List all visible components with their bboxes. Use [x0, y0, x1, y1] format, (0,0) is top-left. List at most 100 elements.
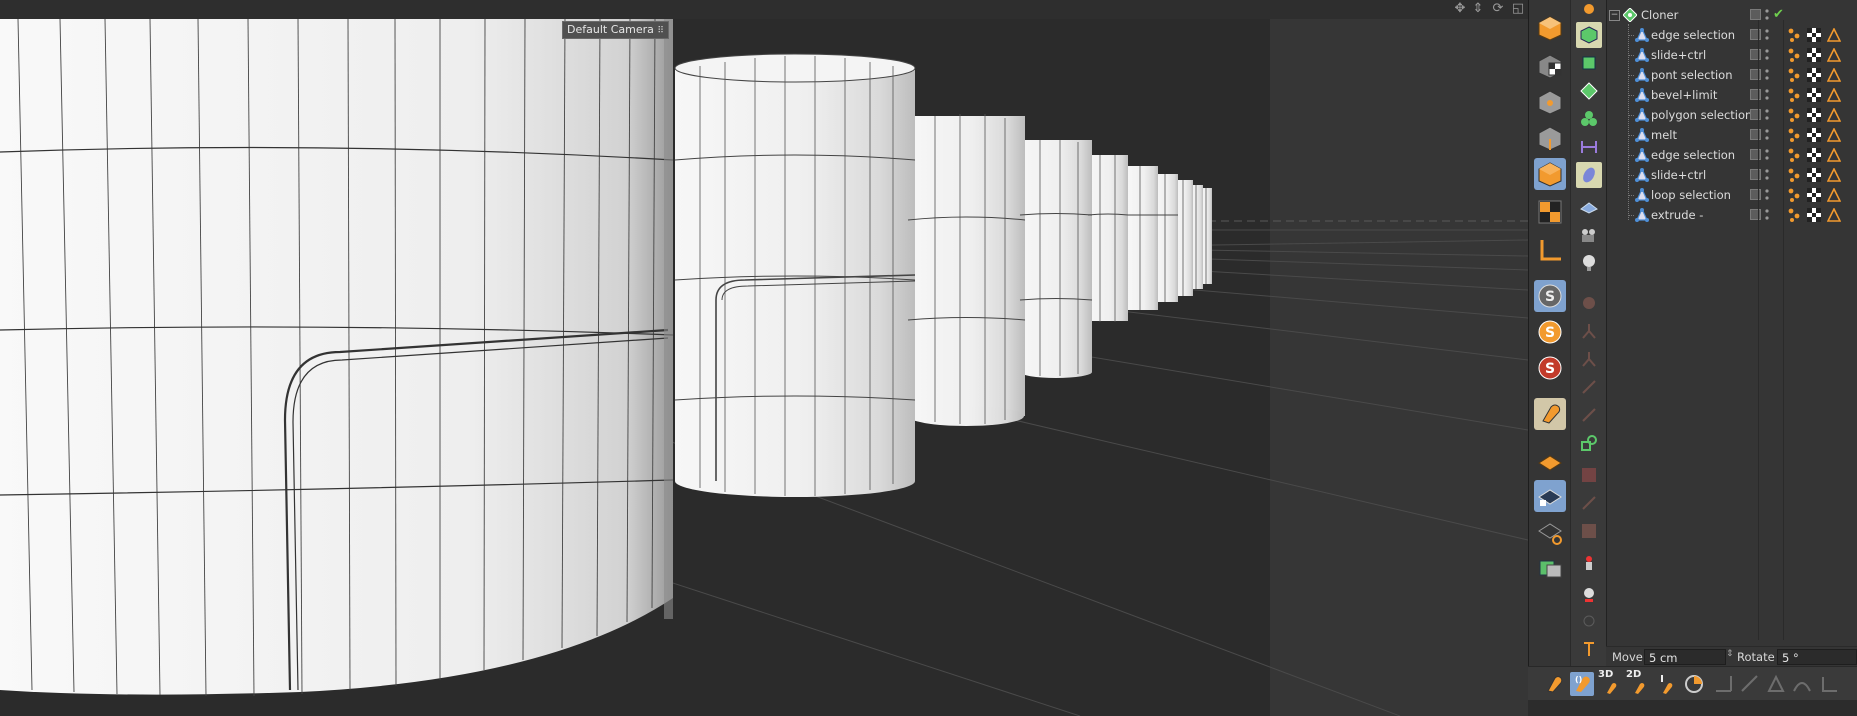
tree-row-modifier[interactable]: pont selection [1607, 65, 1857, 85]
warning-triangle-icon[interactable] [1827, 168, 1841, 182]
spline-sculpt-button[interactable] [1576, 162, 1602, 188]
snap-magnet-button[interactable] [1534, 398, 1566, 430]
light-button[interactable] [1576, 250, 1602, 276]
visibility-dots-icon[interactable] [1765, 88, 1769, 102]
tree-row-modifier[interactable]: melt [1607, 125, 1857, 145]
snap-polygon-button[interactable] [1764, 672, 1788, 696]
edit-visibility-box[interactable] [1750, 109, 1761, 120]
checker-tag-icon[interactable] [1807, 208, 1821, 222]
tree-row-modifier[interactable]: edge selection [1607, 25, 1857, 45]
cube-generator-button[interactable] [1576, 22, 1602, 48]
edit-visibility-box[interactable] [1750, 49, 1761, 60]
checker-tag-icon[interactable] [1807, 28, 1821, 42]
timeline-button[interactable] [1576, 636, 1602, 662]
edit-visibility-box[interactable] [1750, 149, 1761, 160]
selection-tag-icon[interactable] [1787, 88, 1801, 102]
cloner-mograph-button[interactable] [1576, 78, 1602, 104]
texture-button[interactable] [1576, 462, 1602, 488]
warning-triangle-icon[interactable] [1827, 88, 1841, 102]
3d-viewport[interactable]: ✥ ⇕ ⟳ ◱ Default Camera ⠿ [0, 0, 1528, 716]
tree-row-modifier[interactable]: edge selection [1607, 145, 1857, 165]
tree-item-label[interactable]: slide+ctrl [1651, 45, 1706, 65]
checker-tag-icon[interactable] [1807, 168, 1821, 182]
uv-mode-button[interactable] [1534, 196, 1566, 228]
warning-triangle-icon[interactable] [1827, 208, 1841, 222]
visibility-dots-icon[interactable] [1765, 208, 1769, 222]
fill-button[interactable] [1576, 518, 1602, 544]
tree-row-modifier[interactable]: loop selection [1607, 185, 1857, 205]
dolly-view-icon[interactable]: ⇕ [1470, 1, 1486, 17]
edit-visibility-box[interactable] [1750, 89, 1761, 100]
visibility-dots-icon[interactable] [1765, 8, 1769, 22]
tree-item-label[interactable]: slide+ctrl [1651, 165, 1706, 185]
collapse-toggle[interactable]: − [1609, 10, 1620, 21]
primitive-button[interactable] [1576, 430, 1602, 456]
warning-triangle-icon[interactable] [1827, 68, 1841, 82]
selection-tag-icon[interactable] [1787, 168, 1801, 182]
visibility-dots-icon[interactable] [1765, 48, 1769, 62]
snap-1d-button[interactable] [1654, 672, 1678, 696]
selection-tag-icon[interactable] [1787, 188, 1801, 202]
edge-mode-button[interactable] [1534, 122, 1566, 154]
selection-tag-icon[interactable] [1787, 48, 1801, 62]
tree-item-label[interactable]: pont selection [1651, 65, 1732, 85]
tree-item-label[interactable]: edge selection [1651, 25, 1735, 45]
workplane-button[interactable] [1534, 446, 1566, 478]
selection-tag-icon[interactable] [1787, 128, 1801, 142]
visibility-dots-icon[interactable] [1765, 28, 1769, 42]
move-stepper-icon[interactable]: ⇕ [1726, 649, 1734, 659]
axis-mode-button[interactable] [1534, 234, 1566, 266]
camera-button[interactable] [1576, 222, 1602, 248]
edit-visibility-box[interactable] [1750, 129, 1761, 140]
viewport-scene[interactable] [0, 19, 1528, 716]
render-view-button[interactable] [1534, 552, 1566, 584]
tree-row-modifier[interactable]: polygon selection [1607, 105, 1857, 125]
tree-row-modifier[interactable]: slide+ctrl [1607, 165, 1857, 185]
snap-vertex-button[interactable] [1712, 672, 1736, 696]
snap-axis-button[interactable] [1818, 672, 1842, 696]
tree-item-label[interactable]: edge selection [1651, 145, 1735, 165]
snap-percentage-button[interactable] [1682, 672, 1706, 696]
snap-3d-button[interactable]: 3D [1598, 669, 1622, 696]
toggle-layout-icon[interactable]: ◱ [1510, 1, 1526, 17]
checker-tag-icon[interactable] [1807, 108, 1821, 122]
tree-row-cloner[interactable]: − Cloner ✔ [1607, 5, 1857, 25]
checker-tag-icon[interactable] [1807, 68, 1821, 82]
placeholder-tool-button[interactable] [1576, 608, 1602, 634]
tree-item-label[interactable]: Cloner [1641, 5, 1678, 25]
checker-tag-icon[interactable] [1807, 88, 1821, 102]
rotate-field[interactable]: 5 ° [1777, 649, 1857, 665]
selection-tag-icon[interactable] [1787, 108, 1801, 122]
edit-visibility-box[interactable] [1750, 69, 1761, 80]
tree-item-label[interactable]: melt [1651, 125, 1677, 145]
warning-triangle-icon[interactable] [1827, 128, 1841, 142]
visibility-dots-icon[interactable] [1765, 128, 1769, 142]
pose-morph-button[interactable] [1576, 580, 1602, 606]
mograph-effector-button[interactable] [1576, 106, 1602, 132]
subdivision-button[interactable] [1576, 50, 1602, 76]
polygon-mode-button[interactable] [1534, 158, 1566, 190]
checker-tag-icon[interactable] [1807, 48, 1821, 62]
object-mode-button[interactable] [1534, 50, 1566, 82]
edit-visibility-box[interactable] [1750, 9, 1761, 20]
snap-edge-button[interactable] [1738, 672, 1762, 696]
snap-2d-button[interactable]: 2D [1626, 669, 1650, 696]
tree-item-label[interactable]: bevel+limit [1651, 85, 1717, 105]
brush-button[interactable] [1576, 290, 1602, 316]
camera-label[interactable]: Default Camera ⠿ [562, 21, 669, 39]
deformer-button[interactable] [1576, 134, 1602, 160]
visibility-dots-icon[interactable] [1765, 108, 1769, 122]
tree-item-label[interactable]: loop selection [1651, 185, 1731, 205]
checker-tag-icon[interactable] [1807, 128, 1821, 142]
planar-workplane-button[interactable] [1534, 516, 1566, 548]
tree-item-label[interactable]: extrude - [1651, 205, 1703, 225]
solo-on-button[interactable]: S [1534, 316, 1566, 348]
selection-tag-icon[interactable] [1787, 68, 1801, 82]
move-field[interactable]: 5 cm [1644, 649, 1726, 665]
warning-triangle-icon[interactable] [1827, 48, 1841, 62]
snap-toggle-button[interactable] [1542, 672, 1566, 696]
snap-auto-button[interactable]: () [1570, 672, 1594, 696]
snap-spline-button[interactable] [1790, 672, 1814, 696]
visibility-dots-icon[interactable] [1765, 168, 1769, 182]
warning-triangle-icon[interactable] [1827, 188, 1841, 202]
